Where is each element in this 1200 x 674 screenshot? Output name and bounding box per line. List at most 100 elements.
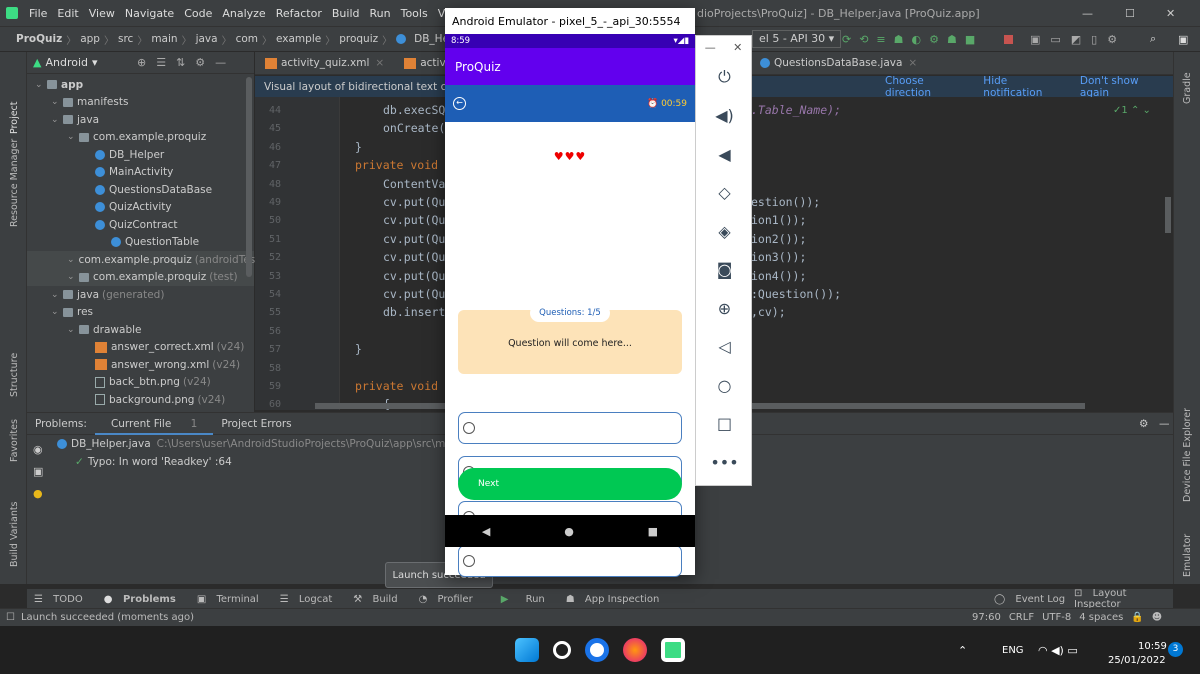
tree-item[interactable]: QuizContract bbox=[27, 216, 254, 234]
back-icon[interactable]: ◁ bbox=[696, 328, 753, 367]
choose-direction-link[interactable]: Choose direction bbox=[877, 75, 975, 99]
tree-item[interactable]: ⌄ res bbox=[27, 304, 254, 322]
panel-tool-icons[interactable]: ⊕☰⇅⚙— bbox=[137, 56, 236, 69]
breadcrumb-main[interactable]: main bbox=[147, 33, 181, 45]
tree-item[interactable]: answer_wrong.xml (v24) bbox=[27, 356, 254, 374]
breadcrumb-app[interactable]: app bbox=[76, 33, 104, 45]
code-line-tail[interactable]: estion()); bbox=[751, 195, 820, 209]
code-line[interactable]: private void bbox=[355, 379, 438, 393]
camera-icon[interactable]: ◙ bbox=[696, 251, 753, 290]
code-line[interactable]: onCreate( bbox=[383, 121, 445, 135]
tool-run[interactable]: ▶ Run bbox=[487, 594, 559, 605]
chevron-icon[interactable]: ⌄ bbox=[51, 290, 63, 300]
nav-back-icon[interactable]: ◀ bbox=[482, 525, 490, 538]
code-line[interactable]: cv.put(Qu bbox=[383, 250, 445, 264]
power-icon[interactable]: ⏻ bbox=[696, 58, 753, 97]
chevron-icon[interactable]: ⌄ bbox=[51, 97, 63, 107]
settings-icon[interactable]: ▣ bbox=[1178, 33, 1188, 46]
code-line[interactable]: db.execSQ bbox=[383, 103, 445, 117]
radio-icon[interactable] bbox=[463, 555, 475, 567]
device-selector[interactable]: el 5 - API 30 ▾ bbox=[752, 30, 842, 48]
menu-tools[interactable]: Tools bbox=[396, 7, 433, 20]
preview-icon[interactable]: ▣ bbox=[33, 465, 43, 478]
chevron-icon[interactable]: ⌄ bbox=[67, 255, 75, 265]
tree-item[interactable]: MainActivity bbox=[27, 164, 254, 182]
back-icon[interactable]: ← bbox=[453, 97, 466, 110]
tree-item[interactable]: background.png (v24) bbox=[27, 391, 254, 409]
radio-icon[interactable] bbox=[463, 422, 475, 434]
stop-icon[interactable] bbox=[1004, 35, 1013, 44]
code-line[interactable]: db.insert bbox=[383, 305, 445, 319]
close-icon[interactable]: × bbox=[908, 57, 917, 69]
code-line[interactable]: cv.put(Qu bbox=[383, 195, 445, 209]
search-icon[interactable]: ⌕ bbox=[1150, 32, 1156, 46]
code-line[interactable]: ContentVa bbox=[383, 177, 445, 191]
clock-date[interactable]: 25/01/2022 bbox=[1108, 655, 1166, 666]
tool-emulator[interactable]: Emulator bbox=[1182, 534, 1193, 577]
tool-app-inspection[interactable]: ☗ App Inspection bbox=[559, 594, 674, 605]
tree-item[interactable]: ⌄ drawable bbox=[27, 321, 254, 339]
more-icon[interactable]: ••• bbox=[696, 443, 753, 482]
tree-item[interactable]: ⌄ java bbox=[27, 111, 254, 129]
dont-show-again-link[interactable]: Don't show again bbox=[1072, 75, 1173, 99]
tree-item[interactable]: ⌄ java (generated) bbox=[27, 286, 254, 304]
menu-run[interactable]: Run bbox=[365, 7, 396, 20]
code-line-tail[interactable]: .Table_Name); bbox=[751, 103, 841, 117]
menu-edit[interactable]: Edit bbox=[52, 7, 83, 20]
zoom-icon[interactable]: ⊕ bbox=[696, 289, 753, 328]
tool-event-log[interactable]: ◯ Event Log bbox=[987, 594, 1079, 605]
breadcrumb-example[interactable]: example bbox=[272, 33, 325, 45]
tree-item[interactable]: ⌄ manifests bbox=[27, 94, 254, 112]
notification-badge[interactable]: 3 bbox=[1168, 642, 1183, 657]
overview-icon[interactable]: □ bbox=[696, 405, 753, 444]
option-4[interactable] bbox=[458, 545, 682, 577]
menu-file[interactable]: File bbox=[24, 7, 52, 20]
tree-item[interactable]: ⌄ app bbox=[27, 76, 254, 94]
tab-questionsdatabase[interactable]: QuestionsDataBase.java × bbox=[750, 52, 927, 75]
tool-todo[interactable]: ☰ TODO bbox=[27, 594, 97, 605]
tool-structure[interactable]: Structure bbox=[9, 353, 20, 397]
menu-analyze[interactable]: Analyze bbox=[217, 7, 270, 20]
tool-build-variants[interactable]: Build Variants bbox=[9, 501, 20, 567]
tool-build[interactable]: ⚒ Build bbox=[346, 594, 411, 605]
tree-scrollbar[interactable] bbox=[246, 77, 252, 277]
tree-item[interactable]: back_btn.png (v24) bbox=[27, 374, 254, 392]
tab-current-file[interactable]: Current File 1 bbox=[94, 413, 214, 435]
chevron-icon[interactable]: ⌄ bbox=[67, 132, 79, 142]
editor-vscrollbar[interactable] bbox=[1165, 197, 1171, 233]
code-line[interactable]: cv.put(Qu bbox=[383, 213, 445, 227]
tool-resource-manager[interactable]: Resource Manager bbox=[9, 139, 20, 227]
indent-setting[interactable]: 4 spaces bbox=[1079, 612, 1123, 623]
close-icon[interactable]: × bbox=[375, 57, 384, 69]
home-icon[interactable]: ○ bbox=[696, 366, 753, 405]
menu-view[interactable]: View bbox=[84, 7, 120, 20]
close-window-button[interactable]: ✕ bbox=[1166, 7, 1175, 20]
code-line-tail[interactable]: ion2()); bbox=[751, 232, 806, 246]
caret-position[interactable]: 97:60 bbox=[972, 612, 1001, 623]
chevron-icon[interactable]: ⌄ bbox=[67, 272, 79, 282]
code-line[interactable]: } bbox=[355, 342, 362, 356]
tree-item[interactable]: QuestionTable bbox=[27, 234, 254, 252]
lock-icon[interactable]: 🔒 bbox=[1131, 612, 1143, 623]
language-indicator[interactable]: ENG bbox=[1002, 645, 1024, 656]
inspector-icon[interactable]: ☻ bbox=[1152, 612, 1162, 623]
close-icon[interactable]: ✕ bbox=[733, 41, 742, 54]
firefox-icon[interactable] bbox=[623, 638, 647, 662]
rotate-left-icon[interactable]: ◇ bbox=[696, 174, 753, 213]
warning-indicator[interactable]: ✓1 ⌃ ⌄ bbox=[1113, 105, 1151, 116]
status-message[interactable]: Launch succeeded (moments ago) bbox=[21, 612, 194, 623]
chevron-icon[interactable]: ⌄ bbox=[51, 115, 63, 125]
code-line-tail[interactable]: ion4()); bbox=[751, 269, 806, 283]
breadcrumb-project[interactable]: ProQuiz bbox=[0, 33, 66, 45]
code-line[interactable]: } bbox=[355, 140, 362, 154]
tab-activity-quiz-xml[interactable]: activity_quiz.xml × bbox=[255, 52, 394, 75]
tree-item[interactable]: QuizActivity bbox=[27, 199, 254, 217]
minimize-button[interactable]: — bbox=[1082, 7, 1093, 20]
tab-project-errors[interactable]: Project Errors bbox=[213, 418, 299, 430]
nav-home-icon[interactable]: ● bbox=[564, 525, 574, 538]
tool-logcat[interactable]: ☰ Logcat bbox=[273, 594, 347, 605]
menu-build[interactable]: Build bbox=[327, 7, 365, 20]
tree-item[interactable]: DB_Helper bbox=[27, 146, 254, 164]
nav-recents-icon[interactable]: ■ bbox=[648, 525, 658, 538]
tool-project[interactable]: Project bbox=[9, 101, 20, 134]
